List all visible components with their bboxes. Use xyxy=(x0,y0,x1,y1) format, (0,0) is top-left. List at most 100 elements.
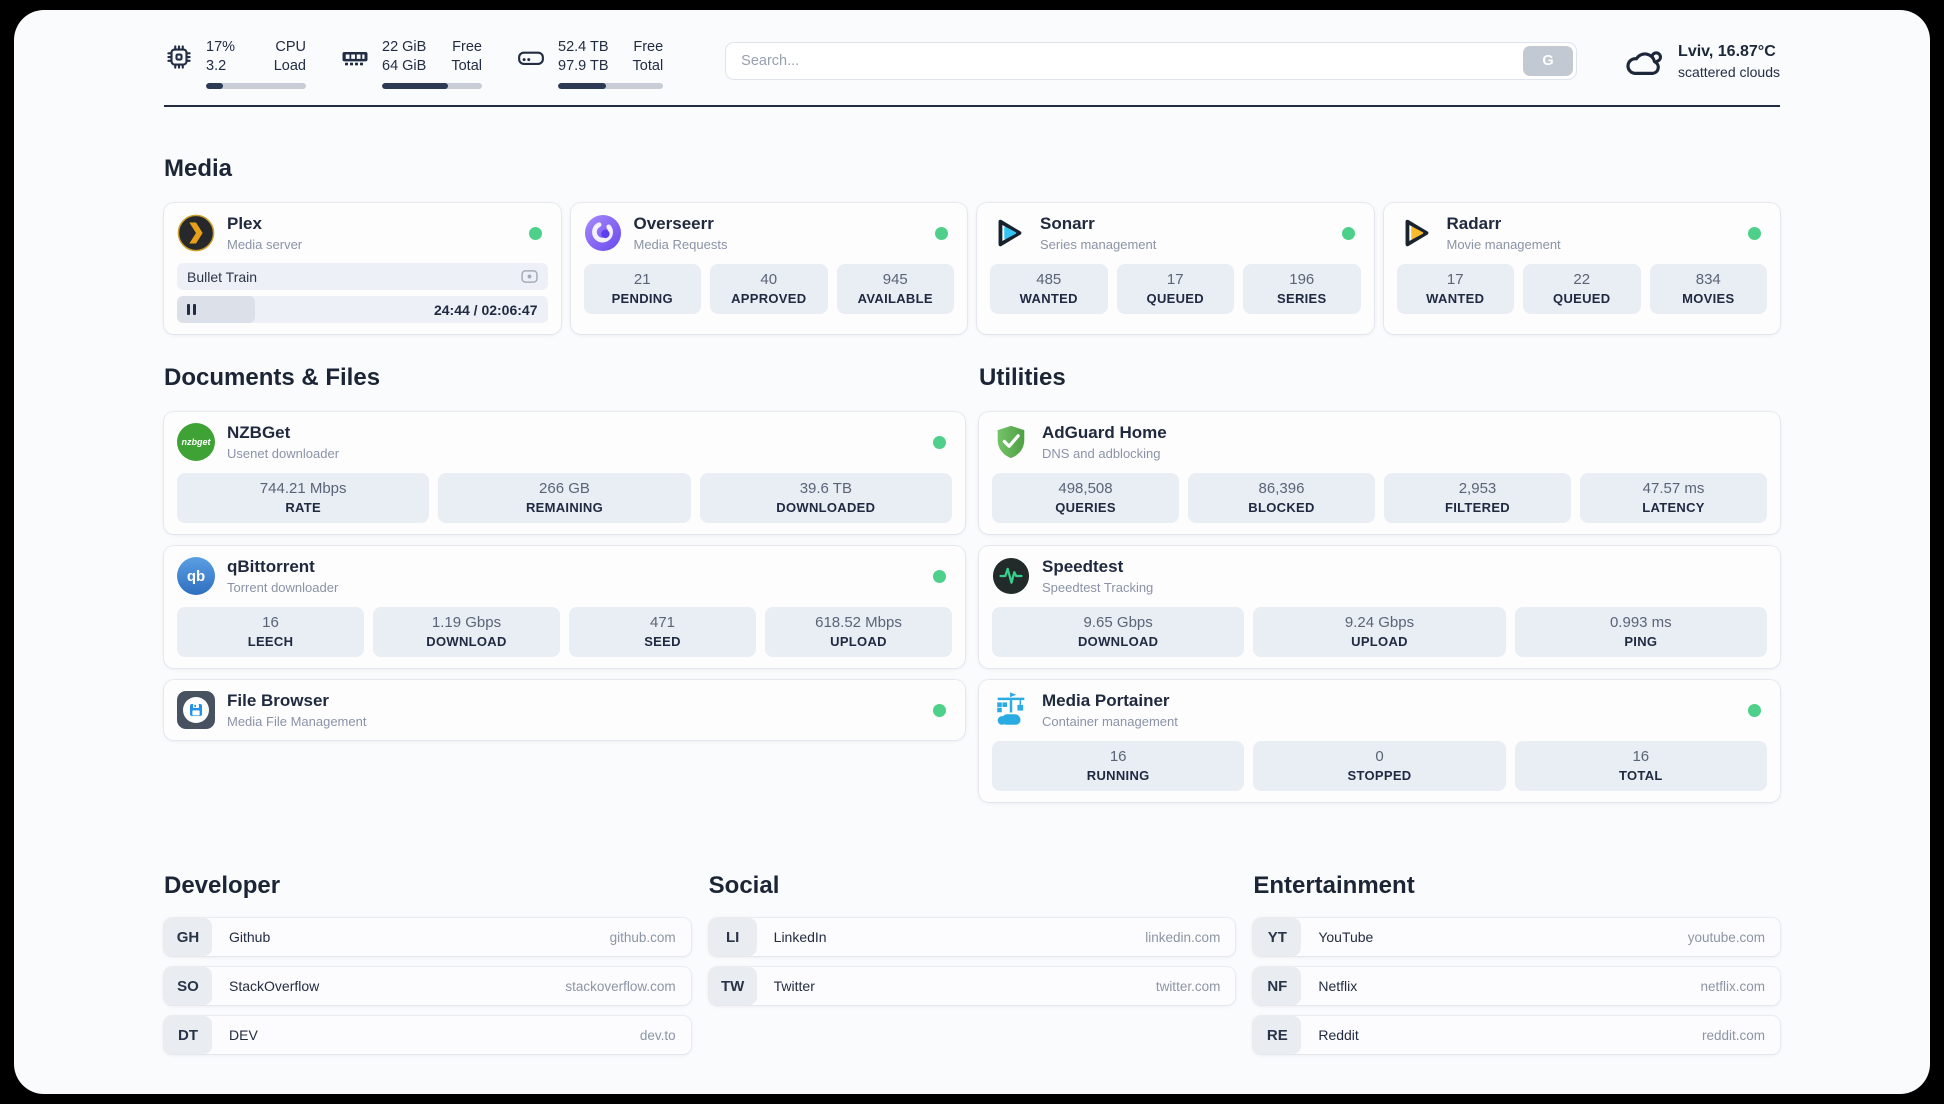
stat-box: 498,508 QUERIES xyxy=(992,473,1179,524)
stat-box: 1.19 Gbps DOWNLOAD xyxy=(373,607,560,658)
section-title-media: Media xyxy=(164,155,233,183)
bookmark-url: youtube.com xyxy=(1687,929,1765,945)
stat-box: 2,953 FILTERED xyxy=(1384,473,1571,524)
app-subtitle: Media Requests xyxy=(633,237,728,253)
search-bar: G xyxy=(725,41,1578,80)
bookmark-name: Github xyxy=(229,929,271,946)
app-name: qBittorrent xyxy=(227,557,315,577)
playback-progress[interactable]: 24:44 / 02:06:47 xyxy=(177,296,548,324)
bookmark-abbr: DT xyxy=(164,1016,212,1055)
stat-box: 16 LEECH xyxy=(177,607,364,658)
qbittorrent-icon: qb xyxy=(177,557,215,596)
bookmark-group-developer: Developer GH Github github.com SO StackO… xyxy=(164,872,691,1065)
app-card-radarr[interactable]: Radarr Movie management 17 WANTED 22 QUEUE… xyxy=(1383,203,1780,335)
header-divider xyxy=(164,105,1780,108)
status-dot xyxy=(935,226,948,240)
app-card-plex[interactable]: Plex Media server Bullet Train 24:44 / 0… xyxy=(164,203,561,335)
app-card-adguard[interactable]: AdGuard Home DNS and adblocking 498,508 Q… xyxy=(979,412,1780,535)
documents-column: Documents & Files nzbget NZBGet Usenet d… xyxy=(164,364,965,752)
app-name: Media Portainer xyxy=(1042,691,1170,711)
portainer-icon xyxy=(992,691,1030,729)
cast-icon[interactable] xyxy=(520,270,538,284)
bookmark-name: DEV xyxy=(229,1027,258,1044)
weather-widget: Lviv, 16.87°C scattered clouds xyxy=(1623,41,1780,83)
bookmark-url: netflix.com xyxy=(1700,978,1765,994)
app-subtitle: DNS and adblocking xyxy=(1042,446,1161,462)
bookmark-name: LinkedIn xyxy=(773,929,827,946)
weather-condition: scattered clouds xyxy=(1678,64,1780,81)
bookmark-group-social: Social LI LinkedIn linkedin.com TW Twitt… xyxy=(708,872,1236,1065)
status-dot xyxy=(933,703,946,717)
bookmark-abbr: YT xyxy=(1253,918,1302,957)
bookmark-reddit[interactable]: RE Reddit reddit.com xyxy=(1253,1016,1780,1055)
app-card-qbittorrent[interactable]: qb qBittorrent Torrent downloader 16 LEEC… xyxy=(164,546,965,669)
stat-box: 9.24 Gbps UPLOAD xyxy=(1253,607,1506,658)
stat-box: 86,396 BLOCKED xyxy=(1188,473,1375,524)
app-subtitle: Torrent downloader xyxy=(227,580,339,596)
status-dot xyxy=(933,435,946,449)
bookmark-name: YouTube xyxy=(1318,929,1374,946)
pause-icon[interactable] xyxy=(187,304,196,316)
stat-box: 834 MOVIES xyxy=(1649,264,1767,315)
bookmark-dev[interactable]: DT DEV dev.to xyxy=(164,1016,691,1055)
app-subtitle: Media server xyxy=(227,237,303,253)
bookmark-youtube[interactable]: YT YouTube youtube.com xyxy=(1253,918,1780,957)
app-card-nzbget[interactable]: nzbget NZBGet Usenet downloader 744.21 M… xyxy=(164,412,965,535)
app-name: Sonarr xyxy=(1040,214,1095,234)
app-card-overseerr[interactable]: Overseerr Media Requests 21 PENDING 40 APP… xyxy=(570,203,967,335)
app-card-sonarr[interactable]: Sonarr Series management 485 WANTED 17 QUE… xyxy=(977,203,1374,335)
stat-box: 17 WANTED xyxy=(1396,264,1514,315)
bookmark-url: linkedin.com xyxy=(1145,929,1221,945)
filebrowser-icon xyxy=(177,691,215,730)
bookmark-abbr: RE xyxy=(1253,1016,1302,1055)
overseerr-icon xyxy=(584,214,622,252)
app-card-portainer[interactable]: Media Portainer Container management 16 R… xyxy=(979,680,1780,803)
app-name: File Browser xyxy=(227,691,330,711)
bookmark-name: Twitter xyxy=(773,978,815,995)
app-card-speedtest[interactable]: Speedtest Speedtest Tracking 9.65 Gbps DO… xyxy=(979,546,1780,669)
stat-box: 266 GB REMAINING xyxy=(438,473,691,524)
app-name: Overseerr xyxy=(633,214,714,234)
app-subtitle: Movie management xyxy=(1446,237,1561,253)
disk-values: 52.4 TB 97.9 TB xyxy=(558,39,609,75)
radarr-icon xyxy=(1397,214,1435,252)
topbar: 17% 3.2 CPU Load 22 GiB 64 GiB Free Tota… xyxy=(164,38,1780,90)
speedtest-icon xyxy=(992,557,1030,595)
bookmark-name: Reddit xyxy=(1318,1027,1359,1044)
bookmark-github[interactable]: GH Github github.com xyxy=(164,918,691,957)
stat-box: 618.52 Mbps UPLOAD xyxy=(765,607,952,658)
status-dot xyxy=(1748,703,1761,717)
bookmark-twitter[interactable]: TW Twitter twitter.com xyxy=(708,967,1236,1006)
app-subtitle: Media File Management xyxy=(227,714,367,730)
stat-box: 17 QUEUED xyxy=(1116,264,1234,315)
utilities-column: Utilities AdGuard Home DNS and adblockin… xyxy=(979,364,1780,814)
search-engine-button[interactable]: G xyxy=(1523,45,1574,76)
cpu-labels: CPU Load xyxy=(273,39,306,75)
bookmark-linkedin[interactable]: LI LinkedIn linkedin.com xyxy=(708,918,1236,957)
bookmark-netflix[interactable]: NF Netflix netflix.com xyxy=(1253,967,1780,1006)
section-title-developer: Developer xyxy=(164,872,281,900)
disk-labels: Free Total xyxy=(632,39,664,75)
ram-values: 22 GiB 64 GiB xyxy=(382,39,427,75)
bookmark-stackoverflow[interactable]: SO StackOverflow stackoverflow.com xyxy=(164,967,691,1006)
stat-box: 16 TOTAL xyxy=(1514,741,1767,792)
nzbget-icon: nzbget xyxy=(177,423,215,462)
ram-icon xyxy=(340,42,370,72)
search-input[interactable] xyxy=(726,42,1521,79)
stat-box: 21 PENDING xyxy=(583,264,701,315)
app-subtitle: Usenet downloader xyxy=(227,446,340,462)
disk-progress-bar xyxy=(558,83,664,90)
status-dot xyxy=(1341,226,1355,240)
playback-time: 24:44 / 02:06:47 xyxy=(433,301,538,318)
ram-widget: 22 GiB 64 GiB Free Total xyxy=(340,38,482,90)
plex-icon xyxy=(177,214,215,252)
adguard-icon xyxy=(992,423,1030,461)
app-subtitle: Speedtest Tracking xyxy=(1042,580,1154,596)
stat-box: 47.57 ms LATENCY xyxy=(1580,473,1767,524)
disk-icon xyxy=(516,42,546,72)
stat-box: 22 QUEUED xyxy=(1523,264,1641,315)
bookmark-url: twitter.com xyxy=(1155,978,1221,994)
section-title-documents: Documents & Files xyxy=(164,364,381,392)
stat-box: 485 WANTED xyxy=(990,264,1108,315)
app-card-filebrowser[interactable]: File Browser Media File Management xyxy=(164,680,965,741)
